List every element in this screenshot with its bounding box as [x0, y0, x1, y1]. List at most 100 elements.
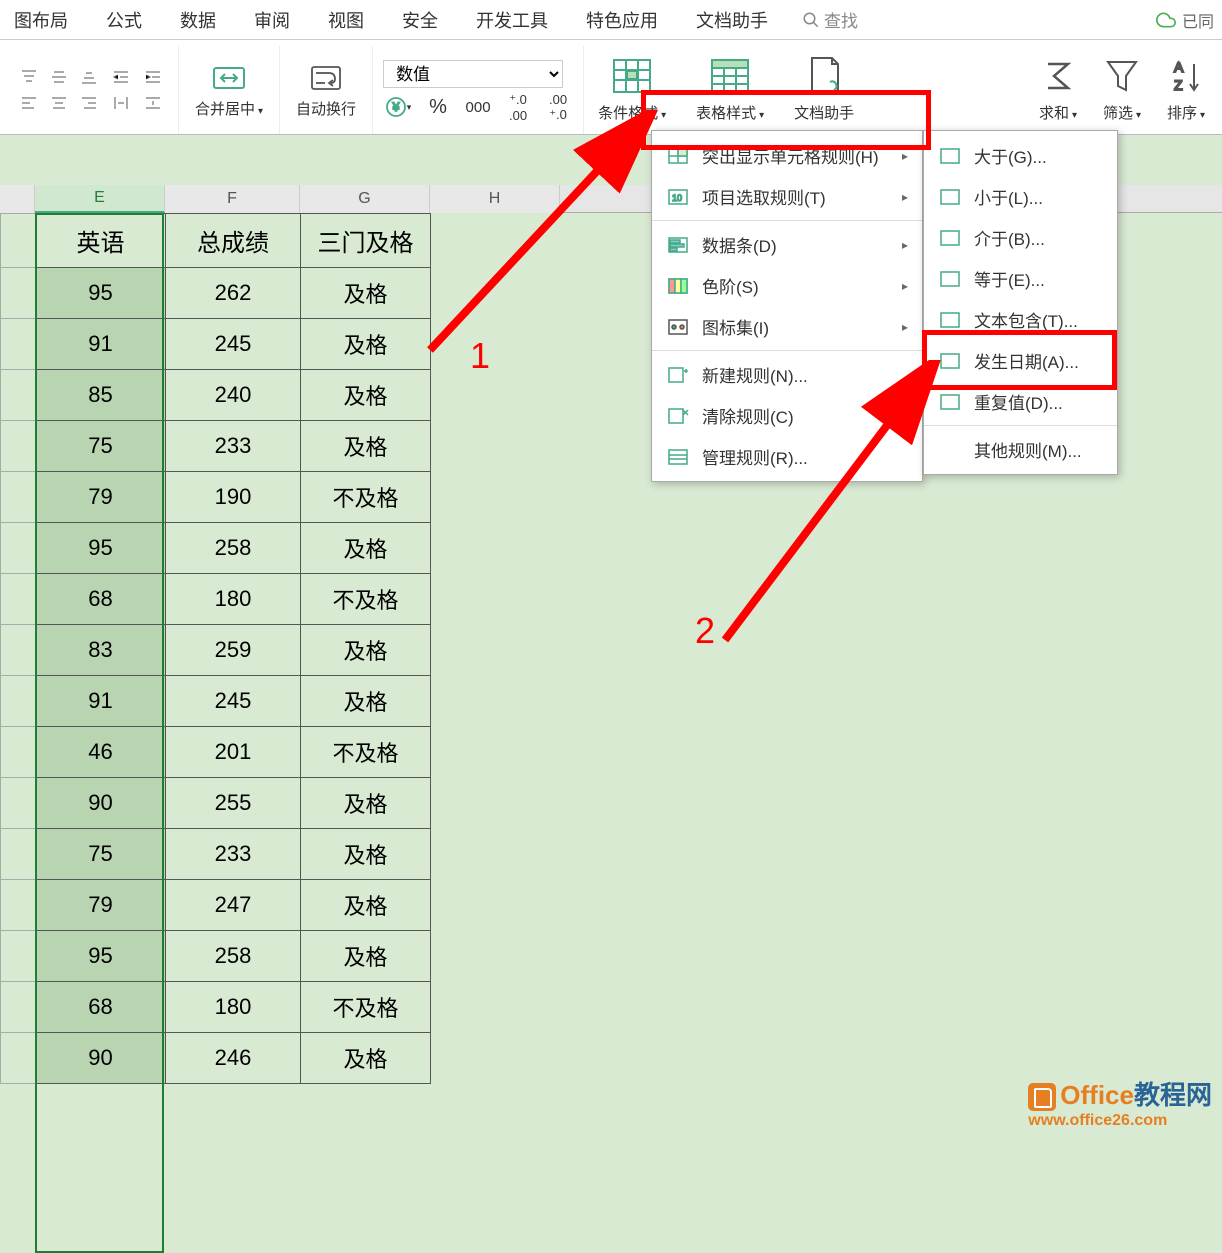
cell-total[interactable]: 246 [166, 1033, 301, 1084]
tab-data[interactable]: 数据 [176, 1, 220, 39]
menu-new-rule[interactable]: 新建规则(N)... [652, 354, 922, 395]
cell-english[interactable]: 90 [36, 778, 166, 829]
col-header-stub[interactable] [0, 185, 35, 213]
decrease-indent-button[interactable] [108, 66, 134, 88]
submenu-less-than[interactable]: 小于(L)... [924, 176, 1117, 217]
cell-english[interactable]: 46 [36, 727, 166, 778]
header-total[interactable]: 总成绩 [166, 214, 301, 268]
row-stub[interactable] [1, 421, 36, 472]
col-header-F[interactable]: F [165, 185, 300, 213]
cell-english[interactable]: 95 [36, 931, 166, 982]
align-middle-button[interactable] [46, 66, 72, 88]
tab-layout[interactable]: 图布局 [10, 1, 72, 39]
doc-helper-button[interactable]: 文档助手 [794, 54, 854, 126]
cell-pass[interactable]: 及格 [301, 829, 431, 880]
row-stub[interactable] [1, 931, 36, 982]
tab-formula[interactable]: 公式 [102, 1, 146, 39]
distribute-v-button[interactable] [140, 92, 166, 114]
cell-total[interactable]: 180 [166, 982, 301, 1033]
row-stub[interactable] [1, 214, 36, 268]
submenu-text-contains[interactable]: 文本包含(T)... [924, 299, 1117, 340]
row-stub[interactable] [1, 829, 36, 880]
cell-pass[interactable]: 不及格 [301, 727, 431, 778]
menu-manage-rules[interactable]: 管理规则(R)... [652, 436, 922, 477]
cell-pass[interactable]: 及格 [301, 523, 431, 574]
header-pass[interactable]: 三门及格 [301, 214, 431, 268]
row-stub[interactable] [1, 523, 36, 574]
menu-top-bottom-rules[interactable]: 10 项目选取规则(T)▸ [652, 176, 922, 217]
align-top-button[interactable] [16, 66, 42, 88]
distribute-h-button[interactable] [108, 92, 134, 114]
submenu-duplicate-values[interactable]: 重复值(D)... [924, 381, 1117, 422]
row-stub[interactable] [1, 472, 36, 523]
col-header-G[interactable]: G [300, 185, 430, 213]
menu-highlight-rules[interactable]: 突出显示单元格规则(H)▸ [652, 135, 922, 176]
align-center-button[interactable] [46, 92, 72, 114]
row-stub[interactable] [1, 370, 36, 421]
cell-total[interactable]: 190 [166, 472, 301, 523]
cell-total[interactable]: 240 [166, 370, 301, 421]
cell-english[interactable]: 75 [36, 421, 166, 472]
cell-total[interactable]: 262 [166, 268, 301, 319]
cell-pass[interactable]: 及格 [301, 880, 431, 931]
sum-button[interactable]: 求和▾ [1036, 54, 1080, 126]
cell-english[interactable]: 91 [36, 676, 166, 727]
cell-pass[interactable]: 及格 [301, 319, 431, 370]
comma-button[interactable]: 000 [463, 94, 493, 120]
cell-total[interactable]: 233 [166, 829, 301, 880]
row-stub[interactable] [1, 319, 36, 370]
increase-decimal-button[interactable]: ⁺.0.00 [503, 94, 533, 120]
row-stub[interactable] [1, 727, 36, 778]
align-right-button[interactable] [76, 92, 102, 114]
row-stub[interactable] [1, 1033, 36, 1084]
number-format-dropdown[interactable]: 数值 [383, 60, 563, 88]
cell-pass[interactable]: 及格 [301, 778, 431, 829]
cell-pass[interactable]: 及格 [301, 931, 431, 982]
tab-special[interactable]: 特色应用 [582, 1, 662, 39]
cell-pass[interactable]: 及格 [301, 268, 431, 319]
cell-english[interactable]: 68 [36, 574, 166, 625]
row-stub[interactable] [1, 574, 36, 625]
cell-total[interactable]: 180 [166, 574, 301, 625]
cell-total[interactable]: 245 [166, 676, 301, 727]
menu-icon-sets[interactable]: 图标集(I)▸ [652, 306, 922, 347]
search-box[interactable]: 查找 [802, 7, 858, 32]
tab-security[interactable]: 安全 [398, 1, 442, 39]
align-bottom-button[interactable] [76, 66, 102, 88]
cell-english[interactable]: 79 [36, 880, 166, 931]
tab-view[interactable]: 视图 [324, 1, 368, 39]
merge-center-button[interactable]: 合并居中▾ [189, 57, 269, 123]
percent-button[interactable]: % [423, 94, 453, 120]
tab-devtools[interactable]: 开发工具 [472, 1, 552, 39]
cell-english[interactable]: 85 [36, 370, 166, 421]
increase-indent-button[interactable] [140, 66, 166, 88]
submenu-more-rules[interactable]: 其他规则(M)... [924, 429, 1117, 470]
row-stub[interactable] [1, 268, 36, 319]
submenu-between[interactable]: 介于(B)... [924, 217, 1117, 258]
currency-button[interactable]: ¥▾ [383, 94, 413, 120]
cell-total[interactable]: 258 [166, 931, 301, 982]
decrease-decimal-button[interactable]: .00⁺.0 [543, 94, 573, 120]
cell-total[interactable]: 233 [166, 421, 301, 472]
cell-pass[interactable]: 及格 [301, 421, 431, 472]
menu-data-bars[interactable]: 数据条(D)▸ [652, 224, 922, 265]
cell-total[interactable]: 259 [166, 625, 301, 676]
cell-total[interactable]: 258 [166, 523, 301, 574]
table-style-button[interactable]: 表格样式▾ [696, 54, 764, 126]
cell-pass[interactable]: 不及格 [301, 472, 431, 523]
cell-pass[interactable]: 不及格 [301, 574, 431, 625]
cell-total[interactable]: 247 [166, 880, 301, 931]
cell-english[interactable]: 79 [36, 472, 166, 523]
col-header-E[interactable]: E [35, 185, 165, 213]
cell-total[interactable]: 245 [166, 319, 301, 370]
row-stub[interactable] [1, 625, 36, 676]
cell-total[interactable]: 201 [166, 727, 301, 778]
cell-english[interactable]: 95 [36, 268, 166, 319]
row-stub[interactable] [1, 880, 36, 931]
cell-english[interactable]: 83 [36, 625, 166, 676]
cell-pass[interactable]: 不及格 [301, 982, 431, 1033]
submenu-greater-than[interactable]: 大于(G)... [924, 135, 1117, 176]
align-left-button[interactable] [16, 92, 42, 114]
menu-clear-rules[interactable]: 清除规则(C)▸ [652, 395, 922, 436]
row-stub[interactable] [1, 982, 36, 1033]
